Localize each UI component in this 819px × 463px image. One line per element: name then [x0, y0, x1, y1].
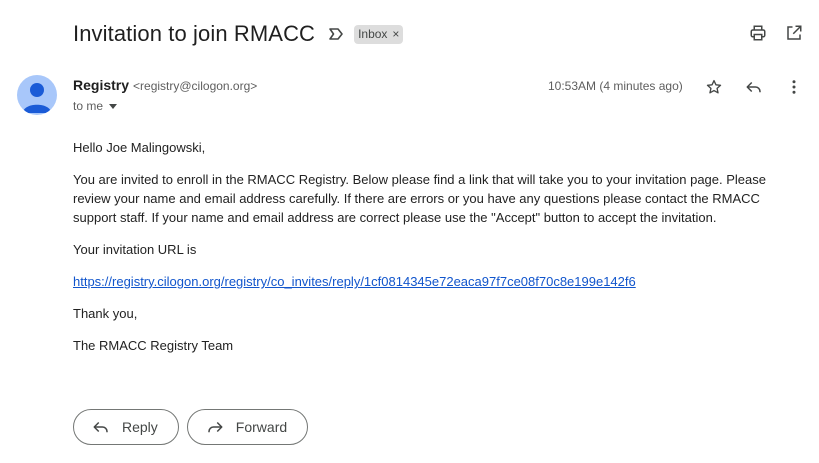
inbox-label-chip[interactable]: Inbox × [354, 24, 404, 44]
greeting: Hello Joe Malingowski, [73, 140, 206, 155]
person-avatar-icon [23, 83, 51, 113]
recipient-details-toggle[interactable]: to me [73, 99, 118, 113]
print-icon[interactable] [747, 22, 769, 44]
reply-icon [93, 421, 108, 433]
url-intro: Your invitation URL is [73, 242, 197, 257]
body-paragraph: You are invited to enroll in the RMACC R… [73, 172, 766, 225]
thanks-line: Thank you, [73, 306, 138, 321]
message-body: Hello Joe Malingowski, You are invited t… [73, 138, 773, 368]
forward-icon [208, 421, 223, 433]
star-icon[interactable] [703, 76, 725, 98]
more-vert-icon[interactable] [783, 76, 805, 98]
subject-row: Invitation to join RMACC Inbox × [73, 19, 404, 49]
sender-row: Registry <registry@cilogon.org> [73, 77, 257, 93]
reply-button[interactable]: Reply [73, 409, 179, 445]
reply-icon[interactable] [743, 76, 765, 98]
recipient-text: to me [73, 99, 104, 113]
sender-name[interactable]: Registry [73, 77, 129, 93]
forward-button[interactable]: Forward [186, 409, 309, 445]
message-timestamp: 10:53AM (4 minutes ago) [548, 79, 683, 93]
reply-button-label: Reply [122, 419, 158, 435]
remove-label-button[interactable]: × [392, 27, 399, 41]
email-subject: Invitation to join RMACC [73, 21, 316, 46]
sender-email: <registry@cilogon.org> [133, 79, 258, 93]
signature: The RMACC Registry Team [73, 338, 234, 353]
inbox-label-text: Inbox [358, 27, 388, 41]
thread-actions [747, 22, 805, 44]
label-important-icon[interactable] [327, 25, 345, 43]
message-actions [703, 76, 805, 98]
sender-avatar[interactable] [17, 75, 57, 115]
invitation-link[interactable]: https://registry.cilogon.org/registry/co… [73, 274, 636, 289]
footer-actions: Reply Forward [73, 409, 309, 445]
open-in-new-icon[interactable] [783, 22, 805, 44]
chevron-down-icon[interactable] [109, 103, 118, 109]
forward-button-label: Forward [235, 419, 288, 435]
